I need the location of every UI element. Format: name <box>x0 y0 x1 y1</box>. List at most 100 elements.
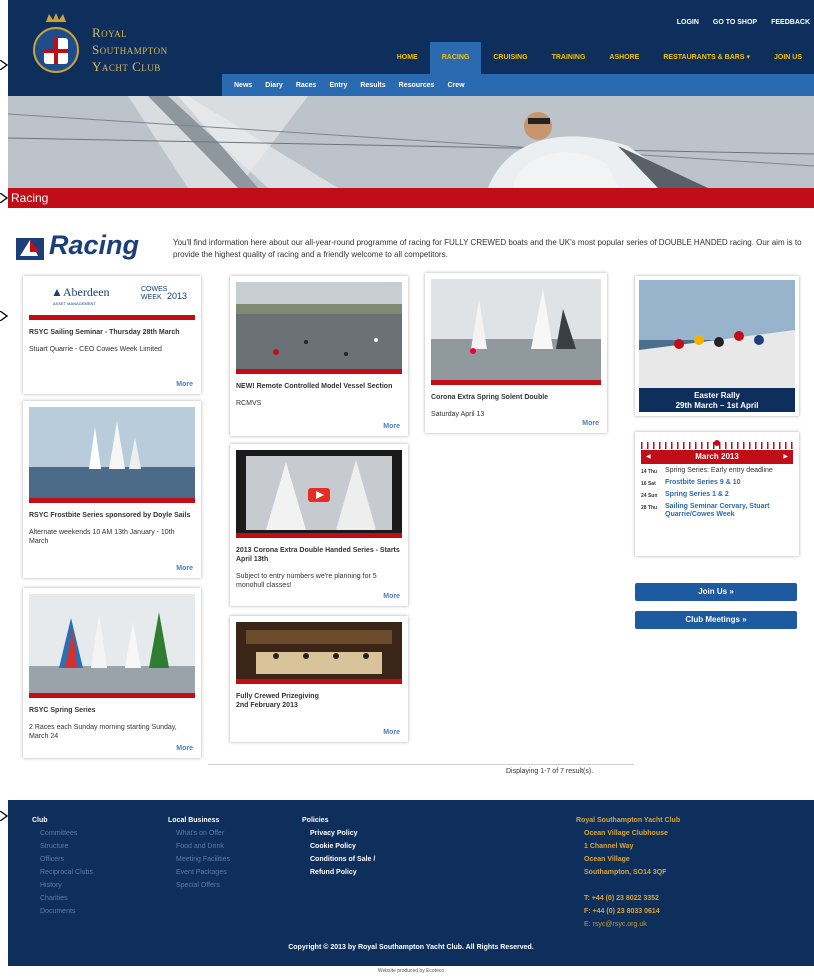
card-title[interactable]: 2013 Corona Extra Double Handed Series -… <box>236 546 402 564</box>
footer-link[interactable]: Refund Policy <box>302 866 375 879</box>
main-nav: HOME RACING CRUISING TRAINING ASHORE RES… <box>385 42 814 74</box>
nav-restaurants-label: RESTAURANTS & BARS <box>663 54 745 61</box>
address-line: 1 Channel Way <box>584 843 634 850</box>
card-title[interactable]: Fully Crewed Prizegiving <box>236 692 402 701</box>
easter-rally-promo[interactable]: Easter Rally 29th March – 1st April <box>635 276 799 416</box>
solent-double-photo <box>431 279 601 385</box>
card-title[interactable]: NEW! Remote Controlled Model Vessel Sect… <box>236 382 402 391</box>
website-producer-credit[interactable]: Website produced by Ecoteco <box>8 968 814 974</box>
card-text: 2 Races each Sunday morning starting Sun… <box>29 724 177 740</box>
club-name[interactable]: Royal Southampton Yacht Club <box>92 24 168 75</box>
footer-link[interactable]: Committees <box>32 827 93 840</box>
nav-cruising[interactable]: CRUISING <box>481 42 539 74</box>
event-day: 28 Thu <box>641 505 658 511</box>
news-card[interactable]: RSYC Spring Series 2 Races each Sunday m… <box>23 588 201 758</box>
news-card[interactable]: Fully Crewed Prizegiving 2nd February 20… <box>230 616 408 742</box>
footer-link[interactable]: Event Packages <box>168 866 230 879</box>
easter-rally-title: Easter Rally <box>694 391 740 400</box>
news-card[interactable]: RSYC Frostbite Series sponsored by Doyle… <box>23 401 201 578</box>
club-name-line: Royal <box>92 25 128 40</box>
calendar-binding-icon <box>641 440 793 449</box>
nav-home[interactable]: HOME <box>385 42 430 74</box>
footer-link[interactable]: Documents <box>32 905 93 918</box>
footer-heading: Club <box>32 817 48 824</box>
event-link[interactable]: Sailing Seminar Corvary, Stuart Quarrie/… <box>665 503 793 519</box>
model-boats-photo <box>236 282 402 374</box>
card-title[interactable]: RSYC Frostbite Series sponsored by Doyle… <box>29 511 195 520</box>
event-day: 16 Sat <box>641 481 656 487</box>
more-link[interactable]: More <box>176 381 193 388</box>
footer-link[interactable]: Conditions of Sale / <box>302 853 375 866</box>
nav-ashore[interactable]: ASHORE <box>597 42 651 74</box>
more-link[interactable]: More <box>176 745 193 752</box>
triangle-icon: ▲ <box>51 285 63 299</box>
feedback-link[interactable]: FEEDBACK <box>771 19 810 26</box>
footer-link[interactable]: Meeting Facilities <box>168 853 230 866</box>
event-text: Spring Series: Early entry deadline <box>665 467 773 474</box>
more-link[interactable]: More <box>383 729 400 736</box>
chevron-down-icon: ▾ <box>746 54 750 61</box>
news-card[interactable]: 2013 Corona Extra Double Handed Series -… <box>230 444 408 606</box>
subnav-news[interactable]: News <box>234 82 252 89</box>
nav-training[interactable]: TRAINING <box>540 42 598 74</box>
prev-month-icon[interactable]: ◀ <box>646 450 651 464</box>
calendar-month: March 2013 <box>695 452 739 461</box>
footer-link[interactable]: Special Offers <box>168 879 230 892</box>
nav-restaurants[interactable]: RESTAURANTS & BARS ▾ <box>651 42 762 74</box>
club-name-line: Southampton <box>92 42 168 57</box>
footer-link[interactable]: Reciprocal Clubs <box>32 866 93 879</box>
more-link[interactable]: More <box>383 423 400 430</box>
footer-heading: Royal Southampton Yacht Club <box>576 817 681 824</box>
shop-link[interactable]: GO TO SHOP <box>713 19 757 26</box>
footer-link[interactable]: Privacy Policy <box>302 827 375 840</box>
login-link[interactable]: LOGIN <box>677 19 699 26</box>
card-title[interactable]: RSYC Sailing Seminar - Thursday 28th Mar… <box>29 328 195 337</box>
club-name-line: Yacht Club <box>92 59 161 74</box>
footer-link[interactable]: Cookie Policy <box>302 840 375 853</box>
easter-rally-photo <box>639 280 795 388</box>
calendar-event[interactable]: 28 Thu Sailing Seminar Corvary, Stuart Qu… <box>641 503 793 519</box>
footer-link[interactable]: What's on Offer <box>168 827 230 840</box>
event-link[interactable]: Frostbite Series 9 & 10 <box>665 479 793 488</box>
event-link[interactable]: Spring Series 1 & 2 <box>665 491 793 500</box>
calendar-event: 14 Thu Spring Series: Early entry deadlin… <box>641 467 793 476</box>
club-meetings-button[interactable]: Club Meetings » <box>635 611 797 629</box>
subnav-entry[interactable]: Entry <box>329 82 347 89</box>
easter-rally-caption: Easter Rally 29th March – 1st April <box>639 388 795 412</box>
footer-link[interactable]: Structure <box>32 840 93 853</box>
subnav-diary[interactable]: Diary <box>265 82 283 89</box>
nav-join[interactable]: JOIN US <box>762 42 814 74</box>
join-us-button[interactable]: Join Us » <box>635 583 797 601</box>
subnav-results[interactable]: Results <box>360 82 385 89</box>
footer-link[interactable]: Food and Drink <box>168 840 230 853</box>
copyright-text: Copyright © 2013 by Royal Southampton Ya… <box>288 944 534 951</box>
sub-nav: News Diary Races Entry Results Resources… <box>222 74 814 96</box>
footer-link[interactable]: Charities <box>32 892 93 905</box>
video-thumbnail[interactable] <box>236 450 402 538</box>
more-link[interactable]: More <box>383 593 400 600</box>
more-link[interactable]: More <box>582 420 599 427</box>
footer-link[interactable]: History <box>32 879 93 892</box>
calendar-event[interactable]: 16 Sat Frostbite Series 9 & 10 <box>641 479 793 488</box>
calendar-event[interactable]: 24 Sun Spring Series 1 & 2 <box>641 491 793 500</box>
racing-logo-prefix: RSYC <box>34 229 48 235</box>
footer-heading: Local Business <box>168 817 220 824</box>
subnav-crew[interactable]: Crew <box>447 82 464 89</box>
card-title[interactable]: RSYC Spring Series <box>29 706 195 715</box>
card-text: 2nd February 2013 <box>236 702 298 709</box>
club-crest-logo[interactable] <box>32 12 80 74</box>
news-card[interactable]: NEW! Remote Controlled Model Vessel Sect… <box>230 276 408 436</box>
more-link[interactable]: More <box>176 565 193 572</box>
footer-link[interactable]: Officers <box>32 853 93 866</box>
cowes-logo-year: 2013 <box>167 291 188 301</box>
next-month-icon[interactable]: ▶ <box>783 450 788 464</box>
address-line: Southampton, SO14 3QF <box>584 869 667 876</box>
nav-racing[interactable]: RACING <box>429 42 482 74</box>
card-title[interactable]: Corona Extra Spring Solent Double <box>431 393 601 402</box>
subnav-resources[interactable]: Resources <box>399 82 435 89</box>
news-card[interactable]: Corona Extra Spring Solent Double Saturd… <box>425 273 607 433</box>
footer-address-column: Royal Southampton Yacht Club Ocean Villa… <box>576 814 680 931</box>
email-link[interactable]: E: rsyc@rsyc.org.uk <box>576 918 680 931</box>
news-card[interactable]: ▲Aberdeen ASSET MANAGEMENT COWES WEEK 20… <box>23 276 201 394</box>
subnav-races[interactable]: Races <box>296 82 317 89</box>
